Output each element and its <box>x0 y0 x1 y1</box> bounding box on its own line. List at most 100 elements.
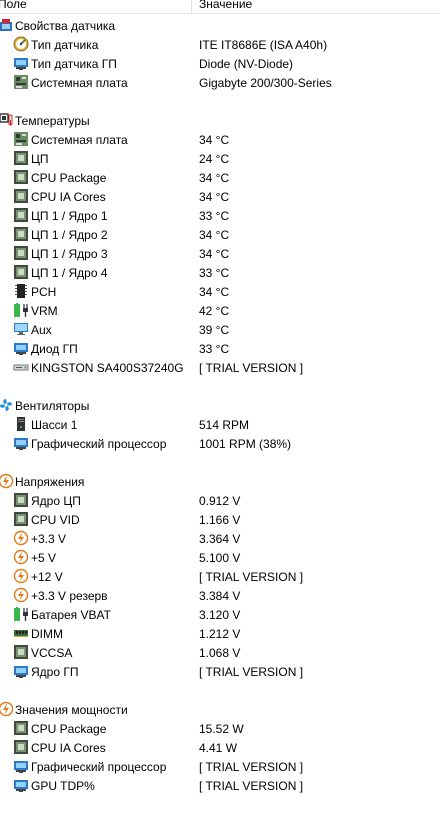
sensor-label: Тип датчика ГП <box>31 57 117 71</box>
sensor-row[interactable]: PCH 34 °C <box>0 282 439 301</box>
sensor-label: CPU Package <box>31 722 107 736</box>
sensor-row[interactable]: Aux 39 °C <box>0 320 439 339</box>
sensor-row[interactable]: GPU TDP% [ TRIAL VERSION ] <box>0 776 439 795</box>
sensor-row[interactable]: DIMM 1.212 V <box>0 624 439 643</box>
gpu-card-icon <box>13 340 29 356</box>
sensor-row[interactable]: +3.3 V 3.364 V <box>0 529 439 548</box>
sensor-row[interactable]: Батарея VBAT 3.120 V <box>0 605 439 624</box>
sensor-value: [ TRIAL VERSION ] <box>199 361 304 375</box>
cpu-chip-icon <box>13 188 29 204</box>
sensor-value: 34 °C <box>199 133 230 147</box>
sensor-value: 34 °C <box>199 171 230 185</box>
sensor-properties-icon <box>0 17 14 33</box>
column-header-field[interactable]: Поле <box>0 0 27 11</box>
sensor-label: Ядро ГП <box>31 665 79 679</box>
sensor-value: 33 °C <box>199 266 230 280</box>
cpu-chip-icon <box>13 720 29 736</box>
voltage-icon <box>13 587 29 603</box>
sensor-row[interactable]: Тип датчика ITE IT8686E (ISA A40h) <box>0 35 439 54</box>
sensor-row[interactable]: Графический процессор [ TRIAL VERSION ] <box>0 757 439 776</box>
sensor-row[interactable]: CPU Package 15.52 W <box>0 719 439 738</box>
sensor-row[interactable]: KINGSTON SA400S37240G [ TRIAL VERSION ] <box>0 358 439 377</box>
cpu-chip-icon <box>13 226 29 242</box>
sensor-row[interactable]: ЦП 1 / Ядро 1 33 °C <box>0 206 439 225</box>
sensor-row[interactable]: Тип датчика ГП Diode (NV-Diode) <box>0 54 439 73</box>
voltage-icon <box>13 549 29 565</box>
sensor-value: 1001 RPM (38%) <box>199 437 292 451</box>
section-header[interactable]: Свойства датчика <box>0 16 439 35</box>
sensor-value: 34 °C <box>199 228 230 242</box>
battery-plug-icon <box>13 606 29 622</box>
section-header[interactable]: Температуры <box>0 111 439 130</box>
voltage-icon <box>13 530 29 546</box>
drive-icon <box>13 359 29 375</box>
cpu-chip-icon <box>13 511 29 527</box>
sensor-row[interactable]: CPU VID 1.166 V <box>0 510 439 529</box>
sensor-value: 514 RPM <box>199 418 250 432</box>
sensor-row[interactable]: CPU Package 34 °C <box>0 168 439 187</box>
sensor-row[interactable]: Ядро ЦП 0.912 V <box>0 491 439 510</box>
sensor-row[interactable]: Шасси 1 514 RPM <box>0 415 439 434</box>
sensor-row[interactable]: ЦП 1 / Ядро 4 33 °C <box>0 263 439 282</box>
column-header: Поле Значение <box>0 0 439 14</box>
section-header[interactable]: Значения мощности <box>0 700 439 719</box>
sensor-row[interactable]: +3.3 V резерв 3.384 V <box>0 586 439 605</box>
sensor-label: +5 V <box>31 551 57 565</box>
chassis-icon <box>13 416 29 432</box>
sensor-row[interactable]: CPU IA Cores 4.41 W <box>0 738 439 757</box>
section-header[interactable]: Вентиляторы <box>0 396 439 415</box>
sensor-value: 34 °C <box>199 247 230 261</box>
sensor-label: Диод ГП <box>31 342 78 356</box>
sensor-label: Ядро ЦП <box>31 494 81 508</box>
sensor-value: 3.364 V <box>199 532 241 546</box>
sensor-label: PCH <box>31 285 57 299</box>
sensor-value: 34 °C <box>199 285 230 299</box>
cpu-chip-icon <box>13 739 29 755</box>
cpu-chip-icon <box>13 245 29 261</box>
sensor-row[interactable]: Системная плата 34 °C <box>0 130 439 149</box>
section-title: Вентиляторы <box>15 399 90 413</box>
sensor-value: Diode (NV-Diode) <box>199 57 294 71</box>
sensor-row[interactable]: ЦП 1 / Ядро 3 34 °C <box>0 244 439 263</box>
sensor-label: GPU TDP% <box>31 779 95 793</box>
sensor-value: 34 °C <box>199 190 230 204</box>
gpu-card-icon <box>13 55 29 71</box>
sensor-label: VCCSA <box>31 646 73 660</box>
sensor-row[interactable]: CPU IA Cores 34 °C <box>0 187 439 206</box>
sensor-value: 1.212 V <box>199 627 241 641</box>
sensor-row[interactable]: ЦП 1 / Ядро 2 34 °C <box>0 225 439 244</box>
thermometer-icon <box>0 112 14 128</box>
sensor-label: Системная плата <box>31 76 128 90</box>
sensor-row[interactable]: Ядро ГП [ TRIAL VERSION ] <box>0 662 439 681</box>
sensor-row[interactable]: Системная плата Gigabyte 200/300-Series <box>0 73 439 92</box>
sensor-value: Gigabyte 200/300-Series <box>199 76 332 90</box>
sensor-row[interactable]: Диод ГП 33 °C <box>0 339 439 358</box>
sensor-label: Тип датчика <box>31 38 99 52</box>
sensor-row[interactable]: VCCSA 1.068 V <box>0 643 439 662</box>
column-header-value[interactable]: Значение <box>199 0 252 11</box>
sensor-label: KINGSTON SA400S37240G <box>31 361 184 375</box>
section-header[interactable]: Напряжения <box>0 472 439 491</box>
sensor-label: Шасси 1 <box>31 418 78 432</box>
sensor-value: 33 °C <box>199 209 230 223</box>
sensor-label: Системная плата <box>31 133 128 147</box>
sensor-label: ЦП 1 / Ядро 1 <box>31 209 108 223</box>
sensor-value: 0.912 V <box>199 494 241 508</box>
cpu-chip-icon <box>13 207 29 223</box>
gpu-card-icon <box>13 758 29 774</box>
column-divider[interactable] <box>191 0 192 13</box>
sensor-label: +12 V <box>31 570 63 584</box>
section-title: Напряжения <box>15 475 85 489</box>
sensor-row[interactable]: VRM 42 °C <box>0 301 439 320</box>
sensor-label: ЦП 1 / Ядро 4 <box>31 266 108 280</box>
sensor-row[interactable]: +5 V 5.100 V <box>0 548 439 567</box>
cpu-chip-icon <box>13 492 29 508</box>
sensor-value: 5.100 V <box>199 551 241 565</box>
sensor-row[interactable]: +12 V [ TRIAL VERSION ] <box>0 567 439 586</box>
battery-plug-icon <box>13 302 29 318</box>
sensor-row[interactable]: ЦП 24 °C <box>0 149 439 168</box>
sensor-value: 33 °C <box>199 342 230 356</box>
voltage-icon <box>0 701 14 717</box>
sensor-label: ЦП 1 / Ядро 3 <box>31 247 108 261</box>
sensor-row[interactable]: Графический процессор 1001 RPM (38%) <box>0 434 439 453</box>
